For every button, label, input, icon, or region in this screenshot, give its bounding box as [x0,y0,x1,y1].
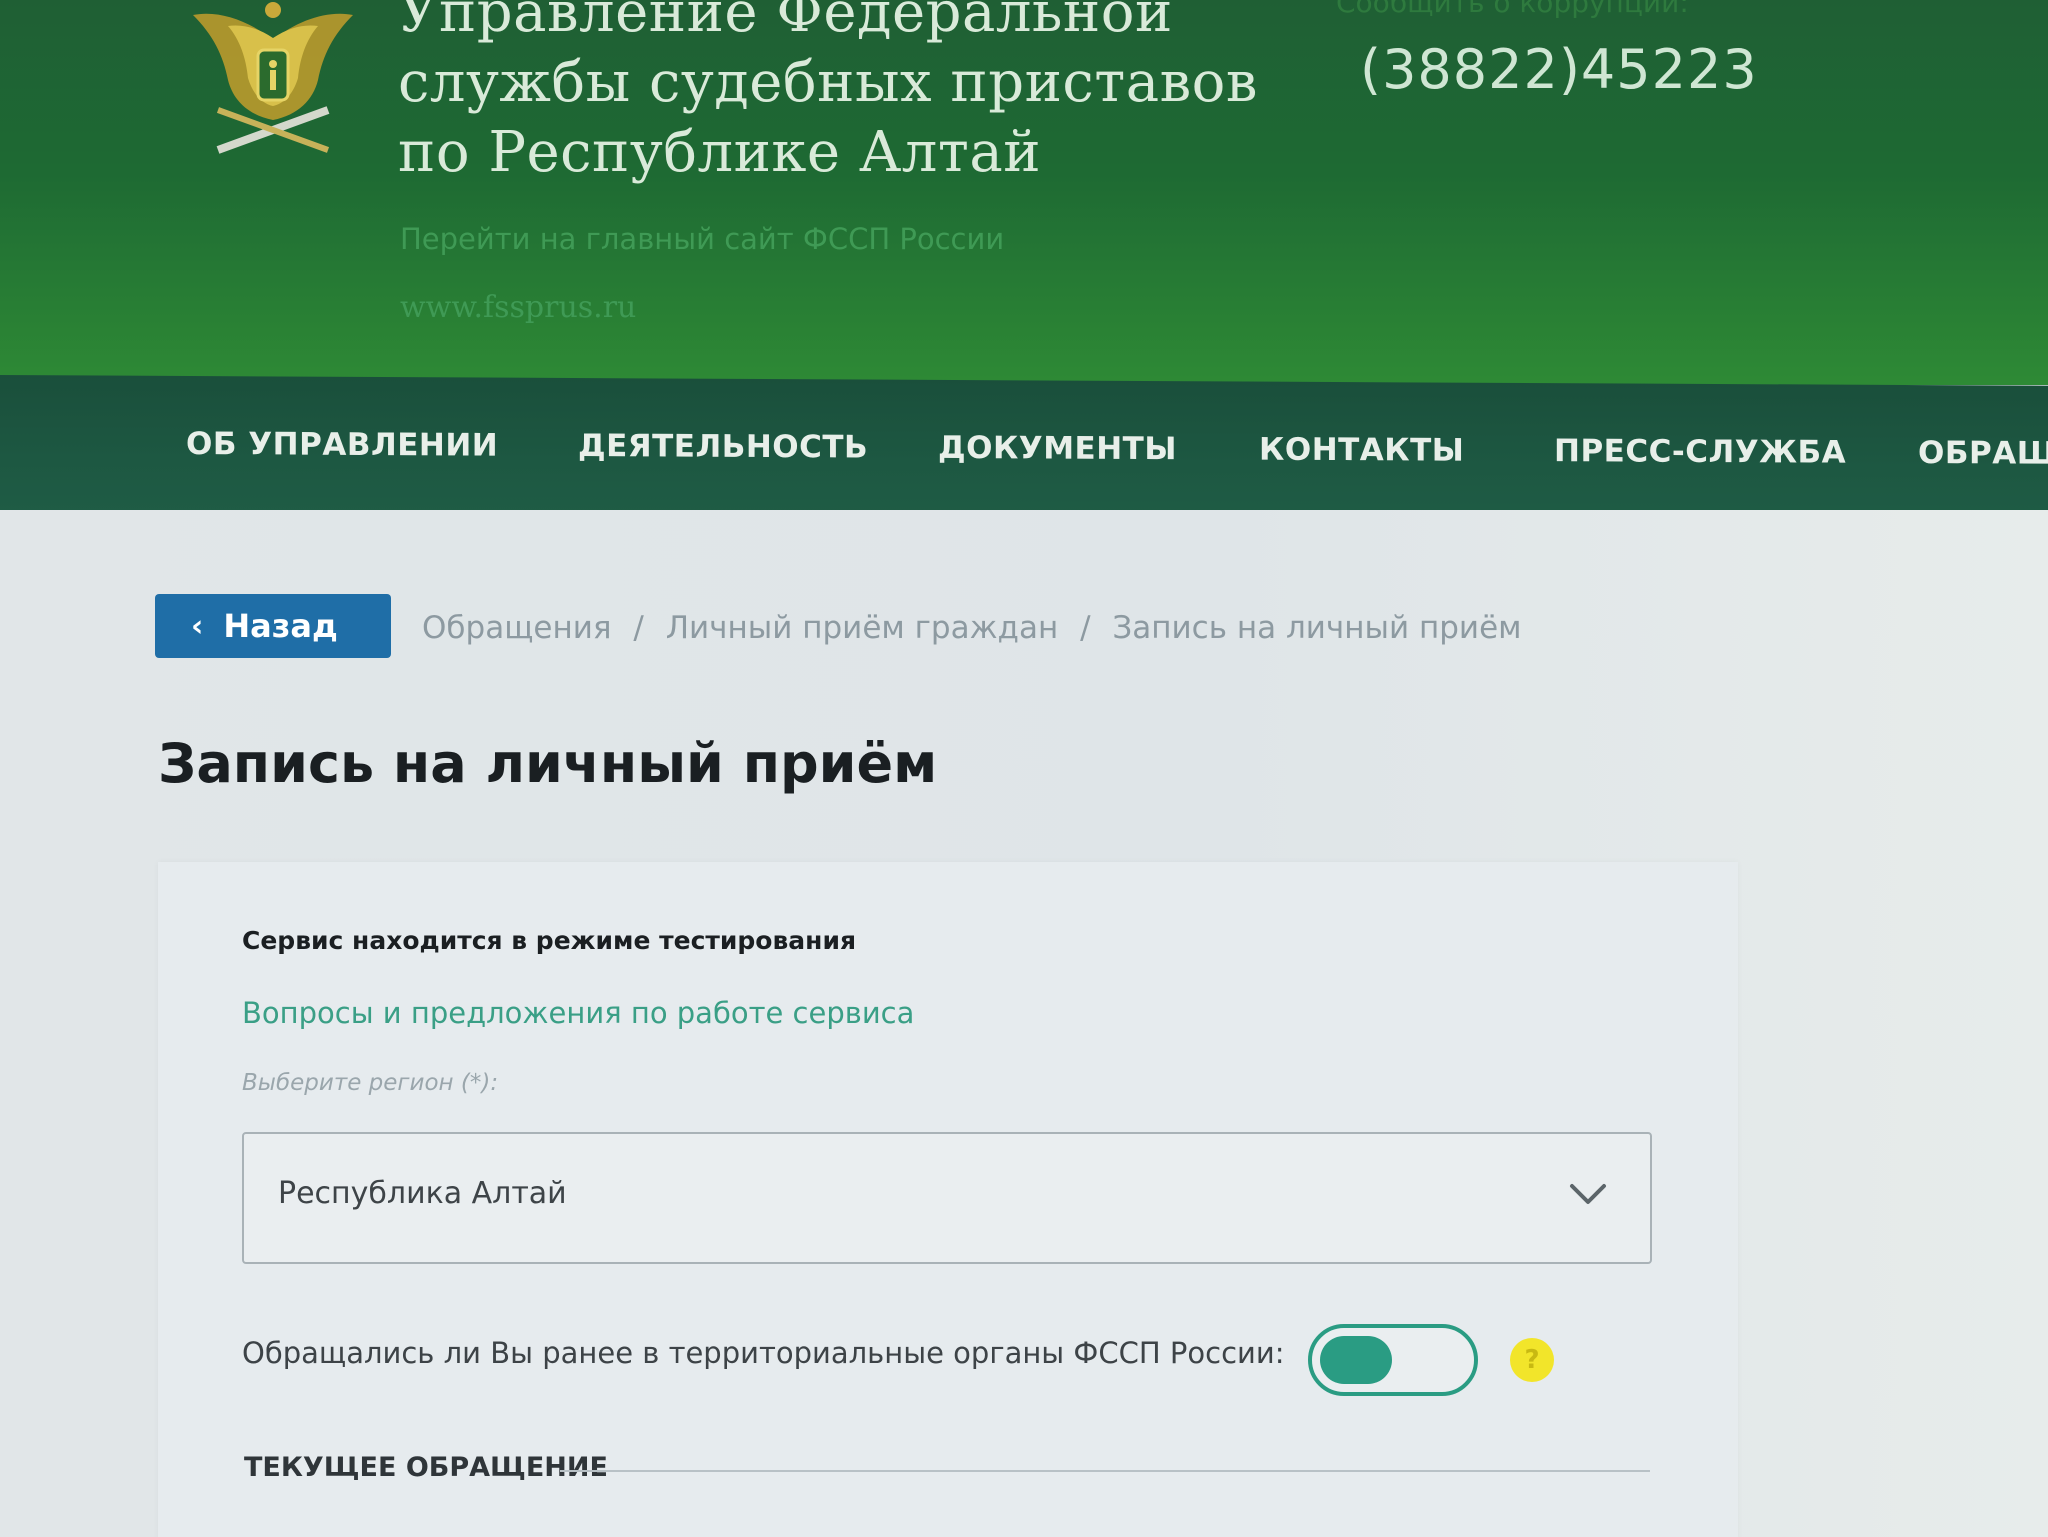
page-title: Запись на личный приём [158,732,938,795]
organization-title-line-3: по Республике Алтай [398,120,1042,185]
site-url-link[interactable]: www.fssprus.ru [400,290,636,325]
back-button-label: Назад [223,607,338,645]
nav-item-activity[interactable]: ДЕЯТЕЛЬНОСТЬ [578,428,868,466]
page: Управление Федеральной службы судебных п… [0,0,2048,1537]
organization-title-line-2: службы судебных приставов [398,50,1258,115]
phone-number: (38822)45223 [1360,38,1758,101]
help-icon[interactable]: ? [1510,1338,1554,1382]
previous-contact-toggle[interactable] [1308,1324,1478,1396]
nav-item-about[interactable]: ОБ УПРАВЛЕНИИ [186,426,498,464]
toggle-knob [1320,1336,1392,1384]
organization-title-line-1: Управление Федеральной [398,0,1173,45]
current-appeal-section-title: ТЕКУЩЕЕ ОБРАЩЕНИЕ [244,1452,608,1483]
breadcrumb-item-reception[interactable]: Личный приём граждан [666,610,1059,646]
breadcrumb: Обращения / Личный приём граждан / Запис… [422,610,1522,646]
main-nav: ОБ УПРАВЛЕНИИ ДЕЯТЕЛЬНОСТЬ ДОКУМЕНТЫ КОН… [0,375,2048,526]
back-button[interactable]: ‹ Назад [155,594,391,658]
breadcrumb-separator: / [633,610,644,646]
nav-item-documents[interactable]: ДОКУМЕНТЫ [938,430,1177,467]
nav-item-appeals[interactable]: ОБРАЩЕ [1918,435,2048,472]
feedback-link[interactable]: Вопросы и предложения по работе сервиса [242,996,914,1030]
test-mode-notice: Сервис находится в режиме тестирования [242,926,857,955]
organization-title[interactable]: Управление Федеральной службы судебных п… [398,0,1298,188]
chevron-down-icon [1570,1184,1606,1204]
region-select-value: Республика Алтай [278,1176,567,1211]
region-label: Выберите регион (*): [242,1070,499,1096]
breadcrumb-item-appeals[interactable]: Обращения [422,610,612,646]
region-select[interactable]: Республика Алтай [242,1132,1652,1264]
previous-contact-label: Обращались ли Вы ранее в территориальные… [242,1336,1285,1370]
chevron-left-icon: ‹ [191,608,204,644]
site-header: Управление Федеральной службы судебных п… [0,0,2048,385]
fssp-emblem-logo[interactable] [188,0,358,160]
breadcrumb-item-current: Запись на личный приём [1112,610,1522,646]
nav-item-press[interactable]: ПРЕСС-СЛУЖБА [1554,433,1846,471]
report-corruption-link[interactable]: Сообщить о коррупции: [1336,0,1689,19]
main-site-link[interactable]: Перейти на главный сайт ФССП России [400,222,1004,256]
breadcrumb-separator: / [1080,610,1091,646]
nav-item-contacts[interactable]: КОНТАКТЫ [1259,432,1464,469]
section-divider [560,1470,1650,1472]
